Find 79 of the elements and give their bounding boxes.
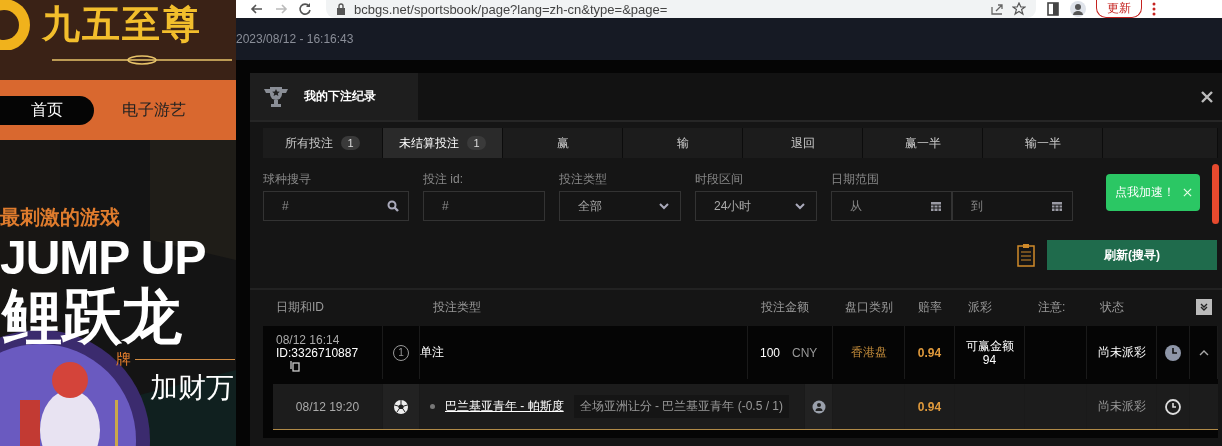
dropdown[interactable]: 24小时 xyxy=(695,191,817,221)
field-label: 日期范围 xyxy=(831,172,880,186)
scrollbar-thumb[interactable] xyxy=(1212,164,1219,224)
profile-icon[interactable] xyxy=(1070,1,1086,17)
chevron-down-icon xyxy=(658,200,670,212)
star-icon[interactable] xyxy=(1012,2,1026,16)
market-tag: 全场亚洲让分 - 巴兰基亚青年 (-0.5 / 1) xyxy=(573,395,789,418)
clock-icon xyxy=(1165,398,1181,415)
clock-icon xyxy=(1165,344,1181,361)
promo-tagline: 最刺激的游戏 xyxy=(0,205,121,230)
payout-amount: 94 xyxy=(982,352,997,367)
column-header: 盘口类别 xyxy=(844,298,894,316)
filter-tab[interactable]: 输 xyxy=(623,128,743,158)
column-header: 日期和ID xyxy=(275,298,325,316)
double-chevron-icon xyxy=(1199,302,1209,312)
odds: 0.94 xyxy=(917,345,942,360)
bet-date: 08/12 16:14 xyxy=(276,333,340,347)
dialog-title: 我的下注纪录 xyxy=(304,88,376,105)
search-field[interactable]: # xyxy=(263,191,409,221)
bet-amount: 100 xyxy=(760,345,781,360)
dropdown[interactable]: 全部 xyxy=(559,191,681,221)
promo-title: JUMP UP xyxy=(0,232,207,284)
bet-type: 单注 xyxy=(420,344,444,361)
input-field[interactable]: # xyxy=(423,191,545,221)
clock-text: 2023/08/12 - 16:16:43 xyxy=(236,32,354,46)
leg-status: 尚未派彩 xyxy=(1097,398,1146,415)
currency: CNY xyxy=(792,345,818,360)
filter-tab[interactable]: 退回 xyxy=(743,128,863,158)
field-label: 时段区间 xyxy=(695,172,744,186)
filter-tab[interactable]: 输一半 xyxy=(983,128,1103,158)
trophy-icon xyxy=(262,84,290,109)
date-field[interactable]: 到 xyxy=(952,191,1073,221)
field-label: 球种搜寻 xyxy=(263,172,312,186)
column-header: 赔率 xyxy=(917,298,943,316)
date-field[interactable]: 从 xyxy=(831,191,952,221)
update-button[interactable]: 更新 xyxy=(1096,0,1142,18)
address-bar[interactable]: bcbgs.net/sportsbook/page?lang=zh-cn&type=&page= xyxy=(326,0,1036,18)
promo-slogan: 加财万 xyxy=(150,371,235,405)
promo-tag: 牌 xyxy=(116,350,131,369)
sidebar-icon[interactable] xyxy=(1046,2,1060,16)
field-label: 投注 id: xyxy=(423,172,464,186)
promo-subtitle: 鲤跃龙 xyxy=(2,284,183,350)
logo-text: 九五至尊 xyxy=(42,2,202,47)
reload-icon[interactable] xyxy=(298,2,312,16)
soccer-ball-icon xyxy=(393,398,409,415)
odds: 0.94 xyxy=(917,399,942,414)
lock-icon xyxy=(336,3,346,15)
chevron-down-icon xyxy=(794,200,806,212)
bet-id: ID:3326710887 xyxy=(276,346,359,360)
collapse-all-button[interactable] xyxy=(1196,299,1212,315)
refresh-button[interactable]: 刷新(搜寻) xyxy=(1047,240,1217,270)
copy-icon[interactable] xyxy=(290,359,300,372)
column-header: 投注金额 xyxy=(760,298,810,316)
back-icon[interactable] xyxy=(250,2,264,16)
calendar-icon xyxy=(1051,200,1063,212)
match-link[interactable]: 巴兰基亚青年 - 帕斯度 xyxy=(445,398,564,415)
nav-link[interactable]: 首页 xyxy=(0,95,94,125)
bet-status: 尚未派彩 xyxy=(1097,344,1146,361)
field-label: 投注类型 xyxy=(559,172,608,186)
search-icon xyxy=(387,200,399,212)
filter-tab[interactable]: 赢一半 xyxy=(863,128,983,158)
payout-label: 可赢金额 xyxy=(965,338,1014,353)
column-header: 投注类型 xyxy=(432,298,482,316)
column-header: 注意: xyxy=(1037,298,1067,316)
odds-type: 香港盘 xyxy=(850,344,887,361)
person-icon xyxy=(811,399,826,414)
menu-icon[interactable] xyxy=(1152,2,1156,16)
match-time: 08/12 19:20 xyxy=(295,399,360,414)
calendar-icon xyxy=(930,200,942,212)
share-icon[interactable] xyxy=(990,2,1004,16)
filter-tab[interactable]: 所有投注 1 xyxy=(263,128,383,158)
filter-tab[interactable]: 未结算投注 1 xyxy=(383,128,503,158)
column-header: 状态 xyxy=(1099,298,1125,316)
chevron-icon[interactable] xyxy=(1198,349,1209,356)
column-header: 派彩 xyxy=(967,298,993,316)
nav-link[interactable]: 电子游艺 xyxy=(122,94,186,126)
filter-tab[interactable]: 赢 xyxy=(503,128,623,158)
clipboard-icon[interactable] xyxy=(1017,243,1035,267)
close-icon[interactable] xyxy=(1201,90,1213,103)
